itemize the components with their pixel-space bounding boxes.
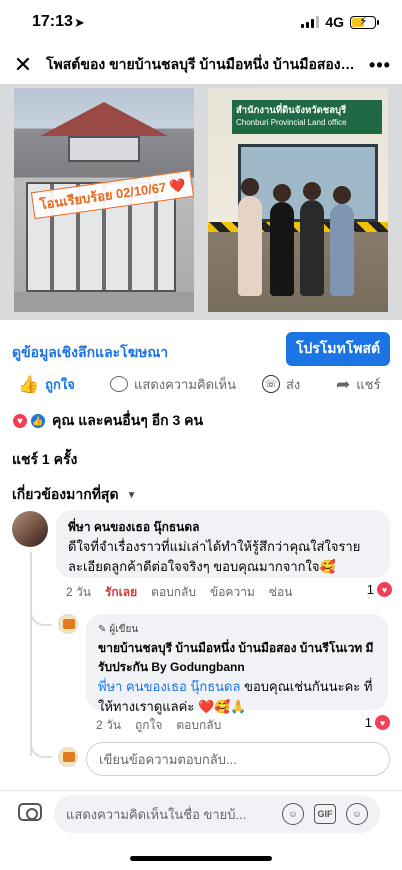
avatar-sticker-icon[interactable]: ☺ bbox=[282, 803, 304, 825]
comment-input[interactable]: แสดงความคิดเห็นในชื่อ ขายบ้... ☺ GIF ☺ bbox=[54, 795, 380, 833]
reply-author[interactable]: ขายบ้านชลบุรี บ้านมือหนึ่ง บ้านมือสอง บ้… bbox=[98, 639, 376, 677]
more-options-icon[interactable]: ••• bbox=[358, 55, 402, 76]
reply-bubble: ✎ ผู้เขียน ขายบ้านชลบุรี บ้านมือหนึ่ง บ้… bbox=[86, 614, 388, 714]
reply-text: พี่ษา คนของเธอ นุ๊กธนดล ขอบคุณเช่นกันนะค… bbox=[98, 679, 373, 714]
page-title: โพสต์ของ ขายบ้านชลบุรี บ้านมือหนึ่ง บ้าน… bbox=[46, 56, 358, 72]
promo-row: ดูข้อมูลเชิงลึกและโฆษณา โปรโมทโพสต์ bbox=[0, 332, 402, 368]
comment-icon bbox=[110, 376, 128, 392]
home-indicator[interactable] bbox=[130, 856, 272, 861]
reply-input[interactable]: เขียนข้อความตอบกลับ... bbox=[86, 742, 390, 776]
comment-sort-dropdown[interactable]: เกี่ยวข้องมากที่สุด ▼ bbox=[12, 484, 136, 506]
photo-house[interactable]: โอนเรียบร้อย 02/10/67 ❤️ bbox=[14, 88, 194, 312]
like-button[interactable]: 👍 ถูกใจ bbox=[18, 374, 75, 395]
reply-button[interactable]: ตอบกลับ bbox=[151, 583, 196, 602]
signal-icon bbox=[301, 16, 320, 28]
love-reaction-icon: ♥ bbox=[12, 413, 28, 429]
comment-time: 2 วัน bbox=[66, 585, 91, 599]
share-count[interactable]: แชร์ 1 ครั้ง bbox=[12, 449, 77, 471]
battery-icon: ⚡ bbox=[350, 14, 379, 29]
send-whatsapp-button[interactable]: ☏ ส่ง bbox=[262, 374, 300, 395]
hide-button[interactable]: ซ่อน bbox=[269, 583, 293, 602]
page-avatar bbox=[58, 747, 78, 767]
heart-icon: ♥ bbox=[375, 715, 390, 730]
whatsapp-icon: ☏ bbox=[262, 375, 280, 393]
reaction-summary[interactable]: ♥ 👍 คุณ และคนอื่นๆ อีก 3 คน bbox=[12, 410, 203, 432]
comment-meta: 2 วัน รักเลย ตอบกลับ ข้อความ ซ่อน bbox=[66, 583, 292, 602]
like-comment-button[interactable]: ถูกใจ bbox=[135, 716, 162, 735]
comment-reaction-count[interactable]: 1 ♥ bbox=[367, 582, 392, 597]
status-bar: 17:13 ➤ 4G ⚡ bbox=[0, 0, 402, 46]
thread-connector bbox=[30, 600, 52, 626]
photo-land-office[interactable]: สำนักงานที่ดินจังหวัดชลบุรี Chonburi Pro… bbox=[208, 88, 388, 312]
reply-reaction-count[interactable]: 1 ♥ bbox=[365, 715, 390, 730]
share-arrow-icon: ➦ bbox=[336, 374, 351, 394]
message-button[interactable]: ข้อความ bbox=[210, 583, 255, 602]
heart-icon: ♥ bbox=[377, 582, 392, 597]
post-header: ✕ โพสต์ของ ขายบ้านชลบุรี บ้านมือหนึ่ง บ้… bbox=[0, 46, 402, 84]
network-type: 4G bbox=[325, 14, 344, 30]
location-arrow-icon: ➤ bbox=[74, 15, 85, 30]
comment-bubble: พี่ษา คนของเธอ นุ๊กธนดล ดีใจที่จำเรื่องร… bbox=[56, 510, 390, 578]
comment-author[interactable]: พี่ษา คนของเธอ นุ๊กธนดล bbox=[68, 518, 378, 537]
chevron-down-icon: ▼ bbox=[126, 489, 137, 501]
comment-button[interactable]: แสดงความคิดเห็น bbox=[110, 374, 236, 395]
insights-link[interactable]: ดูข้อมูลเชิงลึกและโฆษณา bbox=[12, 342, 168, 364]
thread-line bbox=[30, 552, 32, 756]
comment-text: ดีใจที่จำเรื่องราวที่แม่เล่าได้ทำให้รู้ส… bbox=[68, 539, 361, 574]
author-badge: ✎ ผู้เขียน bbox=[98, 624, 139, 635]
land-office-sign: สำนักงานที่ดินจังหวัดชลบุรี Chonburi Pro… bbox=[232, 100, 382, 134]
thumbs-up-icon: 👍 bbox=[18, 374, 40, 394]
post-actions: 👍 ถูกใจ แสดงความคิดเห็น ☏ ส่ง ➦ แชร์ bbox=[0, 370, 402, 398]
share-button[interactable]: ➦ แชร์ bbox=[336, 374, 380, 395]
love-reaction-button[interactable]: รักเลย bbox=[105, 583, 137, 602]
like-reaction-icon: 👍 bbox=[30, 413, 46, 429]
status-time: 17:13 bbox=[32, 13, 73, 30]
mention-tag[interactable]: พี่ษา คนของเธอ นุ๊กธนดล bbox=[98, 679, 240, 694]
camera-icon[interactable] bbox=[18, 803, 42, 821]
post-photos: โอนเรียบร้อย 02/10/67 ❤️ สำนักงานที่ดินจ… bbox=[0, 84, 402, 320]
comment-composer: แสดงความคิดเห็นในชื่อ ขายบ้... ☺ GIF ☺ bbox=[0, 790, 402, 838]
emoji-icon[interactable]: ☺ bbox=[346, 803, 368, 825]
reply-button[interactable]: ตอบกลับ bbox=[176, 716, 221, 735]
promote-post-button[interactable]: โปรโมทโพสต์ bbox=[286, 332, 390, 366]
page-avatar[interactable] bbox=[58, 614, 78, 634]
avatar[interactable] bbox=[12, 511, 48, 547]
thread-connector bbox=[30, 734, 52, 758]
reply-meta: 2 วัน ถูกใจ ตอบกลับ bbox=[96, 716, 221, 735]
close-icon[interactable]: ✕ bbox=[0, 52, 46, 78]
pencil-icon: ✎ bbox=[98, 624, 107, 635]
reply-time: 2 วัน bbox=[96, 718, 121, 732]
gif-icon[interactable]: GIF bbox=[314, 804, 336, 824]
status-right: 4G ⚡ bbox=[301, 14, 379, 30]
